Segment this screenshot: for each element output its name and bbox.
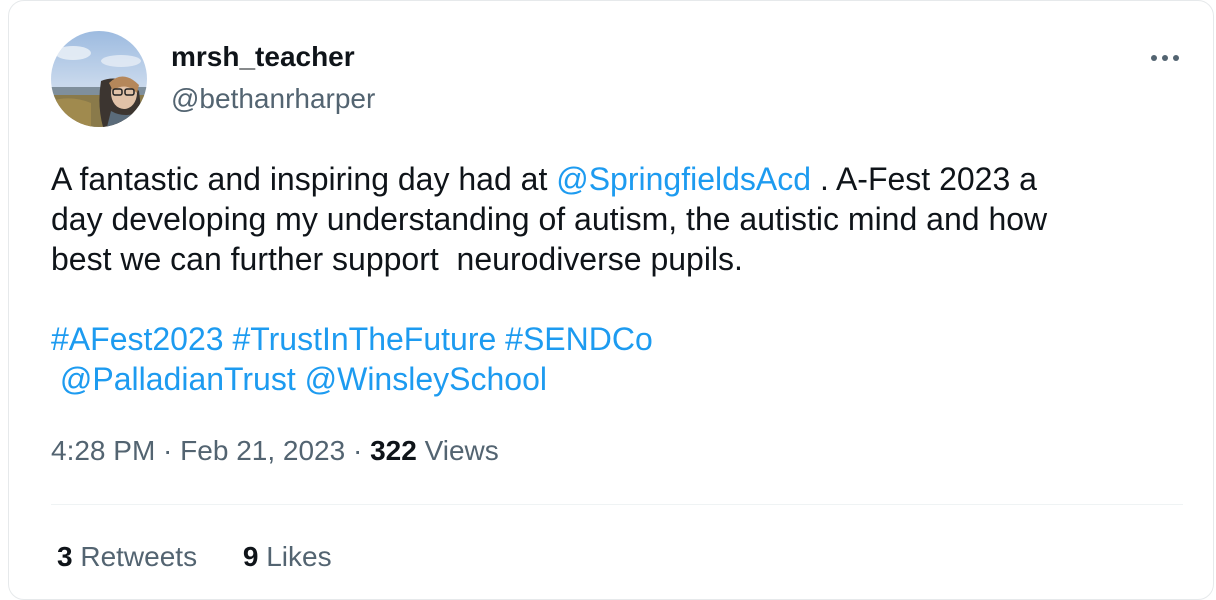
avatar-image	[51, 31, 147, 127]
views-count: 322	[370, 435, 417, 466]
tweet-stats: 3 Retweets 9 Likes	[57, 539, 332, 575]
divider	[51, 504, 1183, 505]
tweet-timestamp[interactable]: 4:28 PM · Feb 21, 2023	[51, 435, 345, 466]
separator: ·	[155, 435, 181, 466]
hashtag-sendco[interactable]: #SENDCo	[505, 321, 653, 357]
tweet-date: Feb 21, 2023	[180, 435, 346, 466]
more-options-button[interactable]	[1143, 41, 1187, 73]
tweet-line-2: day developing my understanding of autis…	[51, 201, 1048, 237]
avatar[interactable]	[51, 31, 147, 127]
tweet-text-segment: A fantastic and inspiring day had at	[51, 161, 557, 197]
retweets-label: Retweets	[72, 541, 198, 572]
likes-stat[interactable]: 9 Likes	[243, 539, 332, 575]
tweet-line-1: A fantastic and inspiring day had at @Sp…	[51, 159, 1191, 199]
tweet-hashtags-line: #AFest2023 #TrustInTheFuture #SENDCo	[51, 319, 1191, 359]
retweets-stat[interactable]: 3 Retweets	[57, 539, 197, 575]
hashtag-afest2023[interactable]: #AFest2023	[51, 321, 224, 357]
tweet-text-segment: . A-Fest 2023 a	[811, 161, 1037, 197]
tweet-text: A fantastic and inspiring day had at @Sp…	[51, 159, 1191, 399]
tweet-mentions-line: @PalladianTrust @WinsleySchool	[51, 359, 1191, 399]
likes-label: Likes	[258, 541, 332, 572]
author-display-name[interactable]: mrsh_teacher	[171, 39, 355, 75]
tweet-time: 4:28 PM	[51, 435, 156, 466]
tweet-card: mrsh_teacher @bethanrharper A fantastic …	[8, 0, 1214, 600]
mention-palladiantrust[interactable]: @PalladianTrust	[60, 361, 296, 397]
author-handle[interactable]: @bethanrharper	[171, 81, 375, 117]
hashtag-trustinthefuture[interactable]: #TrustInTheFuture	[232, 321, 496, 357]
mention-winsleyschool[interactable]: @WinsleySchool	[305, 361, 547, 397]
more-horizontal-icon	[1149, 48, 1182, 66]
separator: ·	[345, 435, 371, 466]
views-count-container[interactable]: 322 Views	[370, 435, 499, 466]
views-label: Views	[416, 435, 499, 466]
tweet-line-3: best we can further support neurodiverse…	[51, 241, 743, 277]
likes-count: 9	[242, 541, 259, 572]
tweet-meta: 4:28 PM · Feb 21, 2023 · 322 Views	[51, 433, 499, 469]
mention-springfields[interactable]: @SpringfieldsAcd	[556, 161, 811, 197]
retweets-count: 3	[57, 541, 73, 572]
